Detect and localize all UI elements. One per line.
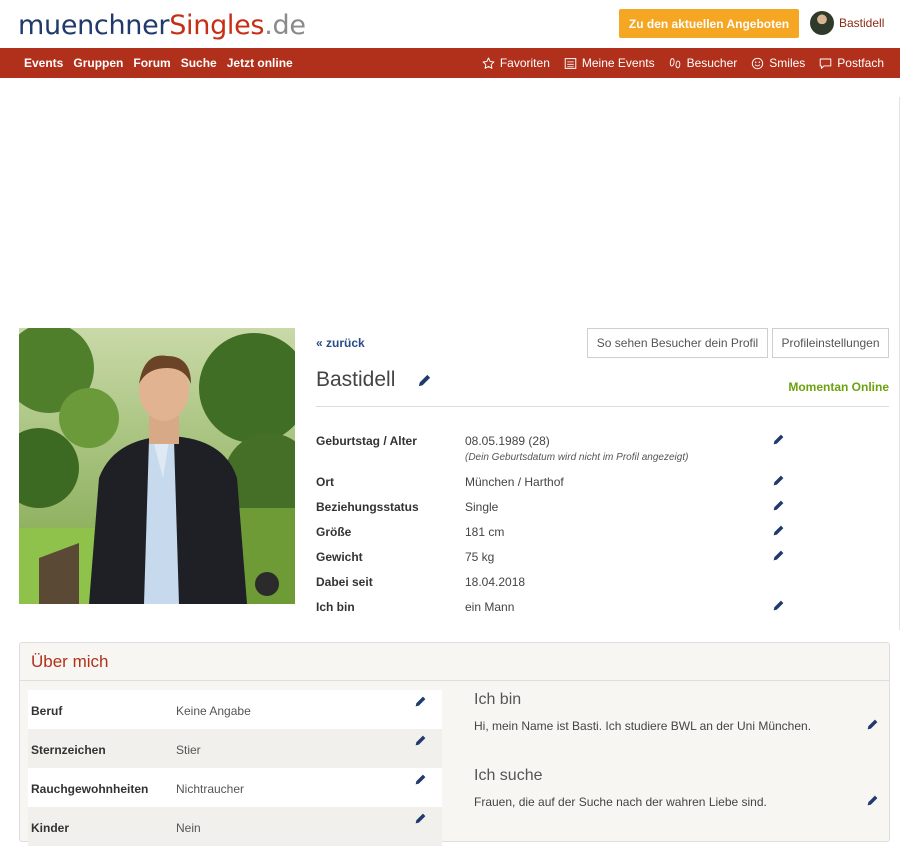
site-logo[interactable]: muenchnerSingles.de bbox=[18, 10, 306, 41]
logo-part-domain: .de bbox=[264, 10, 306, 41]
nav-smiles-label: Smiles bbox=[769, 56, 806, 70]
fact-label: Größe bbox=[316, 525, 352, 539]
profile-photo-image bbox=[19, 328, 295, 604]
edit-pencil-icon[interactable] bbox=[772, 599, 785, 612]
fact-row-groesse: Größe 181 cm bbox=[316, 525, 796, 550]
profile-facts: Geburtstag / Alter 08.05.1989 (28) (Dein… bbox=[316, 434, 796, 625]
section-title: Ich suche bbox=[474, 767, 543, 784]
nav-postfach-label: Postfach bbox=[837, 56, 884, 70]
fact-value: München / Harthof bbox=[465, 475, 564, 489]
current-offers-button[interactable]: Zu den aktuellen Angeboten bbox=[619, 9, 799, 38]
nav-postfach[interactable]: Postfach bbox=[819, 56, 884, 70]
fact-row-beziehungsstatus: Beziehungsstatus Single bbox=[316, 500, 796, 525]
about-row-beruf: Beruf Keine Angabe bbox=[28, 690, 442, 729]
fact-row-dabei-seit: Dabei seit 18.04.2018 bbox=[316, 575, 796, 600]
footprints-icon bbox=[669, 57, 680, 68]
fact-row-ort: Ort München / Harthof bbox=[316, 475, 796, 500]
fact-row-birthday: Geburtstag / Alter 08.05.1989 (28) (Dein… bbox=[316, 434, 796, 475]
edit-pencil-icon[interactable] bbox=[414, 812, 427, 825]
online-status: Momentan Online bbox=[788, 380, 889, 394]
edit-pencil-icon[interactable] bbox=[772, 499, 785, 512]
edit-pencil-icon[interactable] bbox=[414, 734, 427, 747]
nav-suche[interactable]: Suche bbox=[181, 56, 217, 70]
fact-value: 18.04.2018 bbox=[465, 575, 526, 589]
nav-favoriten[interactable]: Favoriten bbox=[482, 56, 550, 70]
edit-pencil-icon[interactable] bbox=[414, 695, 427, 708]
fact-row-gewicht: Gewicht 75 kg bbox=[316, 550, 796, 575]
main-nav: Events Gruppen Forum Suche Jetzt online … bbox=[0, 48, 900, 78]
fact-value: ein Mann bbox=[465, 600, 515, 614]
edit-pencil-icon[interactable] bbox=[866, 718, 879, 731]
fact-label: Ort bbox=[316, 475, 334, 489]
about-row-kinder: Kinder Nein bbox=[28, 807, 442, 846]
profile-photo[interactable] bbox=[19, 328, 295, 604]
fact-value: Single bbox=[465, 500, 499, 514]
about-value: Keine Angabe bbox=[176, 704, 251, 718]
edit-pencil-icon[interactable] bbox=[772, 433, 785, 446]
about-label: Sternzeichen bbox=[31, 743, 106, 757]
user-menu[interactable]: Bastidell bbox=[810, 11, 884, 35]
back-link[interactable]: « zurück bbox=[316, 336, 365, 350]
about-row-sternzeichen: Sternzeichen Stier bbox=[28, 729, 442, 768]
divider bbox=[20, 680, 889, 681]
about-label: Kinder bbox=[31, 821, 70, 835]
nav-favoriten-label: Favoriten bbox=[499, 56, 550, 70]
fact-label: Dabei seit bbox=[316, 575, 373, 589]
section-ich-suche: Ich suche Frauen, die auf der Suche nach… bbox=[474, 767, 884, 809]
profile-name: Bastidell bbox=[316, 368, 396, 391]
visitor-view-button[interactable]: So sehen Besucher dein Profil bbox=[587, 328, 768, 358]
divider bbox=[316, 406, 889, 407]
about-me-panel: Über mich Beruf Keine Angabe Sternzeiche… bbox=[19, 642, 890, 846]
fact-value: 181 cm bbox=[465, 525, 505, 539]
fact-value: 08.05.1989 (28) bbox=[465, 434, 550, 448]
fact-label: Geburtstag / Alter bbox=[316, 434, 417, 448]
edit-name-pencil-icon[interactable] bbox=[417, 373, 432, 388]
about-label: Beruf bbox=[31, 704, 63, 718]
about-texts: Ich bin Hi, mein Name ist Basti. Ich stu… bbox=[474, 691, 884, 843]
top-header: muenchnerSingles.de Zu den aktuellen Ang… bbox=[0, 0, 900, 48]
username-label: Bastidell bbox=[839, 16, 885, 30]
smiley-icon bbox=[752, 57, 764, 69]
nav-besucher-label: Besucher bbox=[686, 56, 738, 70]
edit-pencil-icon[interactable] bbox=[414, 773, 427, 786]
edit-pencil-icon[interactable] bbox=[772, 474, 785, 487]
nav-besucher[interactable]: Besucher bbox=[669, 56, 738, 70]
section-text: Hi, mein Name ist Basti. Ich studiere BW… bbox=[474, 719, 884, 733]
about-value: Nichtraucher bbox=[176, 782, 245, 796]
ich-suche-text: Frauen, die auf der Suche nach der wahre… bbox=[474, 795, 767, 809]
nav-jetzt-online[interactable]: Jetzt online bbox=[227, 56, 293, 70]
nav-forum[interactable]: Forum bbox=[133, 56, 170, 70]
fact-label: Gewicht bbox=[316, 550, 363, 564]
about-me-title: Über mich bbox=[31, 652, 109, 671]
fact-note: (Dein Geburtsdatum wird nicht im Profil … bbox=[465, 452, 689, 463]
message-icon bbox=[820, 58, 832, 69]
fact-label: Ich bin bbox=[316, 600, 355, 614]
about-row-rauchgewohnheiten: Rauchgewohnheiten Nichtraucher bbox=[28, 768, 442, 807]
fact-row-ich-bin: Ich bin ein Mann bbox=[316, 600, 796, 625]
nav-gruppen[interactable]: Gruppen bbox=[73, 56, 123, 70]
nav-meine-events[interactable]: Meine Events bbox=[564, 56, 655, 70]
edit-pencil-icon[interactable] bbox=[772, 549, 785, 562]
calendar-list-icon bbox=[564, 57, 577, 69]
star-icon bbox=[482, 56, 495, 69]
about-value: Stier bbox=[176, 743, 201, 757]
edit-pencil-icon[interactable] bbox=[866, 794, 879, 807]
fact-value: 75 kg bbox=[465, 550, 495, 564]
logo-part-muenchner: muenchner bbox=[18, 10, 170, 41]
nav-events[interactable]: Events bbox=[24, 56, 63, 70]
about-attributes: Beruf Keine Angabe Sternzeichen Stier Ra… bbox=[28, 690, 442, 846]
profile-settings-button[interactable]: Profileinstellungen bbox=[772, 328, 889, 358]
section-ich-bin: Ich bin Hi, mein Name ist Basti. Ich stu… bbox=[474, 691, 884, 733]
fact-label: Beziehungsstatus bbox=[316, 500, 419, 514]
edit-pencil-icon[interactable] bbox=[772, 524, 785, 537]
about-label: Rauchgewohnheiten bbox=[31, 782, 149, 796]
about-value: Nein bbox=[176, 821, 201, 835]
nav-smiles[interactable]: Smiles bbox=[751, 56, 805, 70]
avatar bbox=[810, 11, 834, 35]
logo-part-singles: Singles bbox=[169, 10, 265, 41]
section-text: Frauen, die auf der Suche nach der wahre… bbox=[474, 795, 884, 809]
ich-bin-text: Hi, mein Name ist Basti. Ich studiere BW… bbox=[474, 719, 812, 733]
section-title: Ich bin bbox=[474, 691, 522, 708]
nav-meine-events-label: Meine Events bbox=[581, 56, 655, 70]
